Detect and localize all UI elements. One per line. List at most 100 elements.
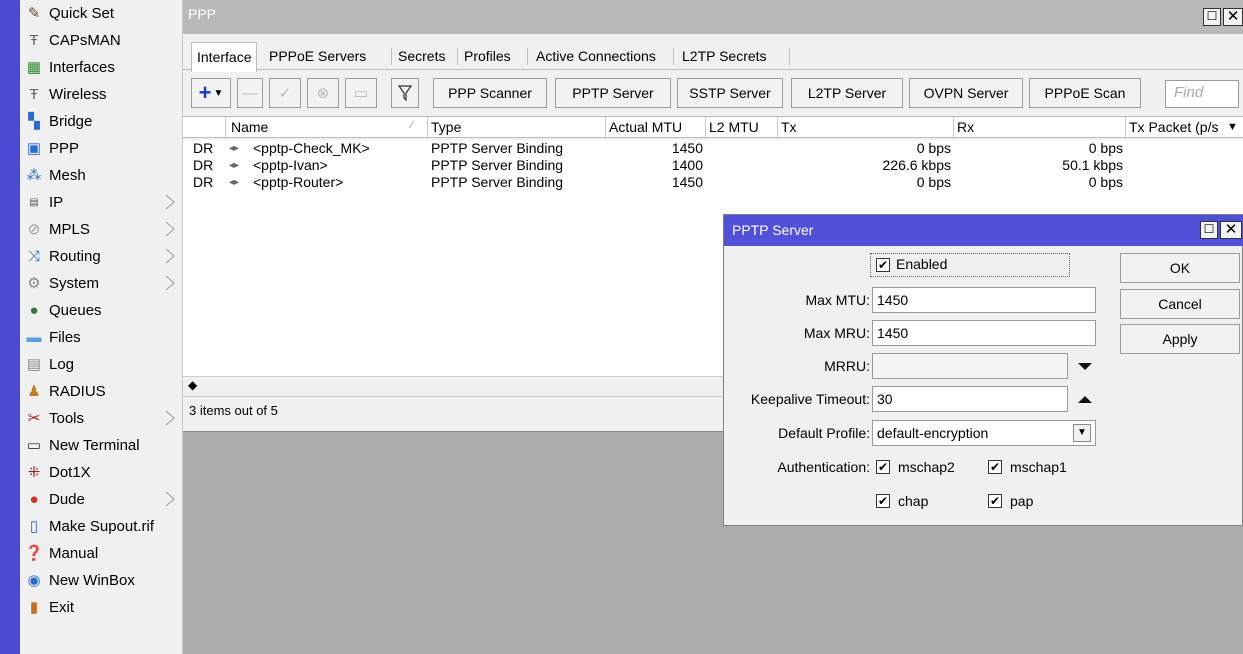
mrru-field[interactable]	[872, 353, 1068, 379]
menu-item-new-winbox[interactable]: ◉ New WinBox	[20, 567, 183, 594]
sstp-server-button[interactable]: SSTP Server	[677, 78, 783, 108]
menu-item-ip[interactable]: ▤ IP	[20, 189, 183, 216]
menu-item-quick-set[interactable]: ✎ Quick Set	[20, 0, 183, 27]
max-mtu-field[interactable]: 1450	[872, 287, 1096, 313]
column-header-l2-mtu[interactable]: L2 MTU	[709, 119, 759, 135]
menu-item-make-supout[interactable]: ▯ Make Supout.rif	[20, 513, 183, 540]
default-profile-select[interactable]: default-encryption ▼	[872, 420, 1096, 446]
help-icon: ❓	[24, 545, 44, 562]
filter-button[interactable]	[391, 78, 419, 108]
select-dropdown-icon[interactable]: ▼	[1073, 424, 1091, 442]
row-rx: 50.1 kbps	[1062, 157, 1123, 173]
maximize-button[interactable]: ☐	[1203, 8, 1221, 26]
comment-button[interactable]: ▭	[345, 78, 377, 108]
pap-label: pap	[1010, 493, 1034, 509]
mrru-label: MRRU:	[824, 358, 870, 374]
add-button[interactable]: + ▼	[191, 78, 231, 108]
pptp-server-dialog: PPTP Server ☐ ✕ ✔ Enabled Max MTU: 1450 …	[723, 214, 1243, 526]
menu-item-wireless[interactable]: Ŧ Wireless	[20, 81, 183, 108]
menu-item-radius[interactable]: ♟ RADIUS	[20, 378, 183, 405]
tab-l2tp-secrets[interactable]: L2TP Secrets	[677, 48, 772, 64]
menu-item-log[interactable]: ▤ Log	[20, 351, 183, 378]
row-type: PPTP Server Binding	[431, 157, 564, 173]
menu-item-capsman[interactable]: Ŧ CAPsMAN	[20, 27, 183, 54]
submenu-arrow-icon	[165, 248, 175, 264]
columns-dropdown-icon[interactable]: ▼	[1227, 121, 1238, 133]
menu-item-dot1x[interactable]: ⁜ Dot1X	[20, 459, 183, 486]
column-header-name[interactable]: Name	[231, 119, 268, 135]
menu-item-tools[interactable]: ✂ Tools	[20, 405, 183, 432]
keepalive-timeout-field[interactable]: 30	[872, 386, 1068, 412]
ppp-tabs: Interface PPPoE Servers Secrets Profiles…	[183, 42, 1243, 72]
menu-item-queues[interactable]: ● Queues	[20, 297, 183, 324]
tab-profiles[interactable]: Profiles	[459, 48, 516, 64]
tab-interface[interactable]: Interface	[191, 42, 258, 72]
ok-button[interactable]: OK	[1120, 253, 1240, 283]
item-count: 3 items out of 5	[189, 403, 278, 418]
mrru-dropdown-icon[interactable]	[1078, 363, 1092, 370]
default-profile-label: Default Profile:	[778, 425, 870, 441]
menu-item-new-terminal[interactable]: ▭ New Terminal	[20, 432, 183, 459]
column-header-tx-packet[interactable]: Tx Packet (p/s	[1129, 119, 1225, 135]
pap-checkbox[interactable]: ✔	[988, 494, 1002, 508]
mschap1-checkbox[interactable]: ✔	[988, 460, 1002, 474]
ppp-icon: ▣	[26, 140, 42, 157]
cancel-button[interactable]: Cancel	[1120, 289, 1240, 319]
chevron-down-icon: ▼	[213, 87, 224, 99]
dialog-maximize-button[interactable]: ☐	[1200, 221, 1218, 239]
max-mru-field[interactable]: 1450	[872, 320, 1096, 346]
keepalive-collapse-icon[interactable]	[1078, 396, 1092, 403]
table-row[interactable]: DR ◂▸ <pptp-Ivan> PPTP Server Binding 14…	[183, 157, 1243, 174]
menu-item-manual[interactable]: ❓ Manual	[20, 540, 183, 567]
menu-item-bridge[interactable]: ▚ Bridge	[20, 108, 183, 135]
table-row[interactable]: DR ◂▸ <pptp-Check_MK> PPTP Server Bindin…	[183, 140, 1243, 157]
menu-item-routing[interactable]: ⤨ Routing	[20, 243, 183, 270]
menu-item-interfaces[interactable]: ▦ Interfaces	[20, 54, 183, 81]
disable-button[interactable]: ⊗	[307, 78, 339, 108]
apply-button[interactable]: Apply	[1120, 324, 1240, 354]
column-header-tx[interactable]: Tx	[781, 119, 797, 135]
mschap2-checkbox[interactable]: ✔	[876, 460, 890, 474]
column-separator	[777, 117, 778, 139]
dialog-titlebar[interactable]: PPTP Server ☐ ✕	[724, 215, 1243, 246]
chap-checkbox[interactable]: ✔	[876, 494, 890, 508]
tab-pppoe-servers[interactable]: PPPoE Servers	[264, 48, 371, 64]
row-type: PPTP Server Binding	[431, 174, 564, 190]
row-rx: 0 bps	[1088, 174, 1123, 190]
column-header-type[interactable]: Type	[431, 119, 461, 135]
menu-item-mpls[interactable]: ⊘ MPLS	[20, 216, 183, 243]
tab-active-connections[interactable]: Active Connections	[531, 48, 661, 64]
pptp-server-button[interactable]: PPTP Server	[555, 78, 671, 108]
remove-button[interactable]: —	[237, 78, 263, 108]
dialog-close-button[interactable]: ✕	[1220, 221, 1242, 239]
ppp-titlebar[interactable]: PPP ☐ ✕	[183, 0, 1243, 34]
filter-icon	[398, 85, 412, 101]
scroll-left-icon[interactable]: ◆	[188, 378, 197, 392]
column-header-actual-mtu[interactable]: Actual MTU	[609, 119, 682, 135]
menu-item-system[interactable]: ⚙ System	[20, 270, 183, 297]
tab-secrets[interactable]: Secrets	[393, 48, 450, 64]
enabled-label: Enabled	[896, 256, 948, 272]
row-actual-mtu: 1450	[671, 174, 703, 190]
l2tp-server-button[interactable]: L2TP Server	[791, 78, 903, 108]
find-input[interactable]: Find	[1165, 80, 1239, 108]
column-header-rx[interactable]: Rx	[957, 119, 974, 135]
menu-item-ppp[interactable]: ▣ PPP	[20, 135, 183, 162]
menu-item-files[interactable]: ▬ Files	[20, 324, 183, 351]
max-mru-label: Max MRU:	[803, 325, 870, 341]
menu-item-exit[interactable]: ▮ Exit	[20, 594, 183, 621]
ppp-scanner-button[interactable]: PPP Scanner	[433, 78, 547, 108]
ovpn-server-button[interactable]: OVPN Server	[909, 78, 1023, 108]
enable-button[interactable]: ✓	[269, 78, 301, 108]
column-separator	[427, 117, 428, 139]
sort-indicator-icon: ⁄	[411, 119, 413, 131]
pppoe-scan-button[interactable]: PPPoE Scan	[1029, 78, 1141, 108]
table-header: Name ⁄ Type Actual MTU L2 MTU Tx Rx Tx P…	[183, 116, 1243, 139]
menu-item-mesh[interactable]: ⁂ Mesh	[20, 162, 183, 189]
enabled-checkbox[interactable]: ✔	[876, 258, 890, 272]
table-row[interactable]: DR ◂▸ <pptp-Router> PPTP Server Binding …	[183, 174, 1243, 191]
close-button[interactable]: ✕	[1223, 8, 1243, 26]
menu-item-dude[interactable]: ● Dude	[20, 486, 183, 513]
submenu-arrow-icon	[165, 275, 175, 291]
authentication-label: Authentication:	[777, 459, 870, 475]
